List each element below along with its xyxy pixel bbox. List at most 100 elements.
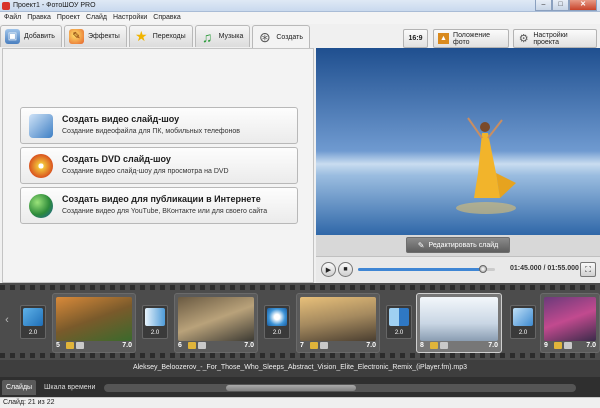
transition-item[interactable]: 2.0 — [510, 305, 536, 339]
tab-add[interactable]: ▣ Добавить — [0, 25, 62, 47]
status-text: Слайд: 21 из 22 — [3, 399, 55, 406]
menu-settings[interactable]: Настройки — [112, 12, 152, 24]
maximize-icon[interactable]: □ — [552, 0, 569, 11]
transition-item[interactable]: 2.0 — [264, 305, 290, 339]
tab-music[interactable]: ♫ Музыка — [194, 25, 251, 47]
slide-item[interactable]: 6 7.0 — [174, 293, 258, 353]
slide-footer: 6 7.0 — [178, 340, 254, 350]
slide-item[interactable]: 5 7.0 — [52, 293, 136, 353]
slide-duration: 7.0 — [244, 341, 254, 349]
slide-thumbnail — [178, 297, 254, 341]
tab-effects[interactable]: ✎ Эффекты — [63, 25, 127, 47]
slide-duration: 7.0 — [488, 341, 498, 349]
slide-preview — [316, 48, 600, 235]
minimize-icon[interactable]: – — [535, 0, 552, 11]
transition-item[interactable]: 2.0 — [20, 305, 46, 339]
edit-slide-button[interactable]: ✎ Редактировать слайд — [406, 237, 510, 253]
transition-item[interactable]: 2.0 — [142, 305, 168, 339]
menu-bar: Файл Правка Проект Слайд Настройки Справ… — [0, 12, 600, 24]
slide-thumbnail — [300, 297, 376, 341]
slide-footer: 8 7.0 — [420, 340, 498, 350]
menu-edit[interactable]: Правка — [26, 12, 56, 24]
slide-duration: 7.0 — [366, 341, 376, 349]
menu-help[interactable]: Справка — [152, 12, 185, 24]
play-icon[interactable]: ▶ — [321, 262, 336, 277]
slide-item[interactable]: 9 7.0 — [540, 293, 600, 353]
tab-transitions-label: Переходы — [152, 33, 186, 40]
slide-settings-icon[interactable] — [198, 341, 206, 349]
slide-edit-icon[interactable] — [430, 341, 438, 349]
transition-duration: 2.0 — [150, 330, 160, 336]
create-dvd-slideshow-button[interactable]: Создать DVD слайд-шоу Создание видео сла… — [20, 147, 298, 184]
globe-icon — [29, 194, 53, 218]
gear-icon: ⚙ — [518, 33, 529, 45]
preview-image — [316, 48, 600, 235]
create-web-video-button[interactable]: Создать видео для публикации в Интернете… — [20, 187, 298, 224]
create-panel: Создать видео слайд-шоу Создание видеофа… — [2, 48, 314, 283]
video-device-icon — [29, 114, 53, 138]
menu-project[interactable]: Проект — [56, 12, 85, 24]
transition-preview — [267, 308, 287, 326]
transition-preview — [513, 308, 533, 326]
tab-create[interactable]: ⊛ Создать — [252, 25, 310, 49]
create-video-slideshow-button[interactable]: Создать видео слайд-шоу Создание видеофа… — [20, 107, 298, 144]
playback-track[interactable] — [358, 268, 495, 271]
slide-thumbnail — [544, 297, 596, 341]
slide-number: 5 — [56, 341, 60, 349]
slide-footer: 9 7.0 — [544, 340, 596, 350]
playback-slider-handle[interactable] — [479, 265, 488, 273]
transition-preview — [145, 308, 165, 326]
aspect-ratio-button[interactable]: 16:9 — [403, 29, 428, 48]
menu-file[interactable]: Файл — [3, 12, 26, 24]
create-web-title: Создать видео для публикации в Интернете — [62, 194, 261, 204]
filmstrip-left-arrow-icon[interactable]: ‹ — [2, 309, 12, 331]
slide-duration: 7.0 — [122, 341, 132, 349]
project-settings-label: Настройки проекта — [533, 31, 568, 46]
slide-item[interactable]: 7 7.0 — [296, 293, 380, 353]
tab-transitions[interactable]: ★ Переходы — [128, 25, 193, 47]
fullscreen-icon[interactable]: ⛶ — [580, 262, 596, 277]
photo-position-button[interactable]: ▲ Положение фото — [433, 29, 509, 48]
slide-number: 7 — [300, 341, 304, 349]
slide-thumbnail — [420, 297, 498, 341]
transition-duration: 2.0 — [394, 330, 404, 336]
effects-palette-icon: ✎ — [68, 29, 84, 44]
transition-duration: 2.0 — [28, 330, 38, 336]
film-reel-icon: ⊛ — [259, 29, 271, 45]
slide-settings-icon[interactable] — [320, 341, 328, 349]
slide-footer: 7 7.0 — [300, 340, 376, 350]
create-web-subtitle: Создание видео для YouTube, ВКонтакте ил… — [62, 208, 268, 215]
slide-settings-icon[interactable] — [76, 341, 84, 349]
transition-item[interactable]: 2.0 — [386, 305, 412, 339]
main-tabs: ▣ Добавить ✎ Эффекты ★ Переходы ♫ Музыка… — [0, 25, 312, 49]
status-bar: Слайд: 21 из 22 — [0, 397, 600, 408]
view-tabs-bar: Слайды Шкала времени — [0, 377, 600, 397]
tab-slides[interactable]: Слайды — [2, 380, 37, 395]
stop-icon[interactable]: ■ — [338, 262, 353, 277]
filmstrip-scrollbar[interactable] — [104, 384, 576, 392]
slide-settings-icon[interactable] — [564, 341, 572, 349]
slide-edit-icon[interactable] — [310, 341, 318, 349]
tab-timeline[interactable]: Шкала времени — [40, 380, 99, 395]
music-note-icon: ♫ — [201, 28, 213, 45]
transition-duration: 2.0 — [518, 330, 528, 336]
scrollbar-thumb[interactable] — [226, 385, 356, 391]
slide-edit-icon[interactable] — [188, 341, 196, 349]
audio-track[interactable]: Aleksey_Beloozerov_-_For_Those_Who_Sleep… — [0, 360, 600, 377]
create-dvd-subtitle: Создание видео слайд-шоу для просмотра н… — [62, 168, 229, 175]
player-controls: ▶ ■ 01:45.000 / 01:55.000 ⛶ — [316, 257, 600, 283]
aspect-ratio-label: 16:9 — [408, 35, 423, 42]
film-perforation-top — [0, 285, 600, 290]
project-settings-button[interactable]: ⚙ Настройки проекта — [513, 29, 597, 48]
create-video-title: Создать видео слайд-шоу — [62, 114, 180, 124]
menu-slide[interactable]: Слайд — [85, 12, 112, 24]
slide-settings-icon[interactable] — [440, 341, 448, 349]
close-icon[interactable]: ✕ — [569, 0, 597, 11]
slide-number: 8 — [420, 341, 424, 349]
slide-edit-icon[interactable] — [66, 341, 74, 349]
playback-progress — [358, 268, 484, 271]
window-controls: – □ ✕ — [535, 0, 597, 11]
slide-edit-icon[interactable] — [554, 341, 562, 349]
app-logo-icon — [2, 2, 10, 10]
slide-item-selected[interactable]: 8 7.0 — [416, 293, 502, 353]
